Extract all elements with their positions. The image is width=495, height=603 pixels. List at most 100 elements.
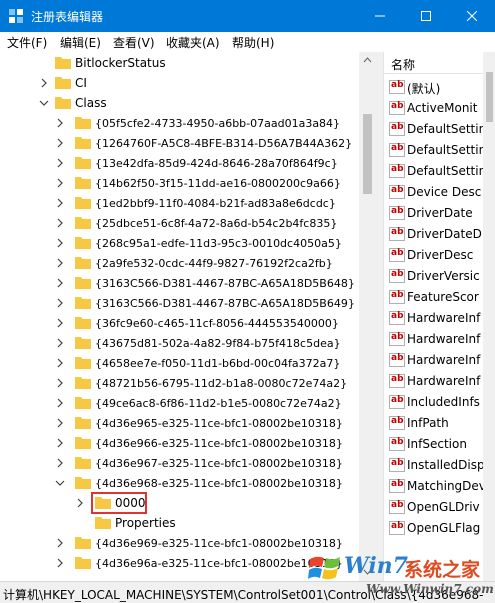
- tree-node[interactable]: Class: [3, 93, 359, 113]
- tree-node[interactable]: {4d36e967-e325-11ce-bfc1-08002be10318}: [3, 453, 359, 473]
- tree-node[interactable]: {4d36e96a-e325-11ce-bfc1-08002be10318}: [3, 553, 359, 573]
- registry-tree[interactable]: BitlockerStatus CI Class {05f5cfe2-4733-495…: [3, 52, 376, 581]
- chevron-right-icon[interactable]: [55, 437, 65, 449]
- chevron-right-icon[interactable]: [55, 197, 65, 209]
- value-row[interactable]: ab OpenGLDriv: [384, 497, 495, 518]
- value-row[interactable]: ab MatchingDev: [384, 476, 495, 497]
- value-row[interactable]: ab ActiveMonit: [384, 98, 495, 119]
- close-button[interactable]: [449, 0, 495, 32]
- scroll-up-icon[interactable]: [363, 56, 372, 65]
- value-row[interactable]: ab HardwareInf: [384, 350, 495, 371]
- tree-node[interactable]: {268c95a1-edfe-11d3-95c3-0010dc4050a5}: [3, 233, 359, 253]
- value-row[interactable]: ab InfPath: [384, 413, 495, 434]
- value-row[interactable]: ab FeatureScor: [384, 287, 495, 308]
- tree-scroll-thumb[interactable]: [363, 114, 372, 194]
- tree-node[interactable]: {05f5cfe2-4733-4950-a6bb-07aad01a3a84}: [3, 113, 359, 133]
- value-row[interactable]: ab HardwareInf: [384, 329, 495, 350]
- tree-node[interactable]: {4d36e965-e325-11ce-bfc1-08002be10318}: [3, 413, 359, 433]
- chevron-right-icon[interactable]: [55, 177, 65, 189]
- tree-node[interactable]: {1ed2bbf9-11f0-4084-b21f-ad83a8e6dcdc}: [3, 193, 359, 213]
- chevron-right-icon[interactable]: [55, 417, 65, 429]
- value-name: InfSection: [407, 437, 467, 451]
- tree-node-label: {3163C566-D381-4467-87BC-A65A18D5B649}: [95, 297, 355, 310]
- chevron-right-icon[interactable]: [55, 157, 65, 169]
- chevron-right-icon[interactable]: [55, 557, 65, 569]
- value-row[interactable]: ab DefaultSettin: [384, 161, 495, 182]
- value-row[interactable]: ab HardwareInf: [384, 308, 495, 329]
- value-row[interactable]: ab (默认): [384, 77, 495, 98]
- chevron-right-icon[interactable]: [55, 137, 65, 149]
- tree-node-label: {05f5cfe2-4733-4950-a6bb-07aad01a3a84}: [95, 117, 341, 130]
- maximize-button[interactable]: [403, 0, 449, 32]
- tree-node[interactable]: {2a9fe532-0cdc-44f9-9827-76192f2ca2fb}: [3, 253, 359, 273]
- chevron-right-icon[interactable]: [55, 317, 65, 329]
- value-row[interactable]: ab DriverDate: [384, 203, 495, 224]
- pane-splitter[interactable]: [376, 52, 383, 581]
- tree-node[interactable]: {14b62f50-3f15-11dd-ae16-0800200c9a66}: [3, 173, 359, 193]
- value-name: ActiveMonit: [407, 101, 478, 115]
- values-list[interactable]: 名称 ab (默认) ab ActiveMonit ab DefaultSettin ab D…: [383, 52, 495, 581]
- chevron-right-icon[interactable]: [55, 117, 65, 129]
- chevron-right-icon[interactable]: [75, 497, 85, 509]
- values-scroll-thumb[interactable]: [486, 72, 493, 122]
- value-name: InfPath: [407, 416, 449, 430]
- chevron-right-icon[interactable]: [55, 257, 65, 269]
- value-row[interactable]: ab HardwareInf: [384, 371, 495, 392]
- tree-node[interactable]: {3163C566-D381-4467-87BC-A65A18D5B649}: [3, 293, 359, 313]
- chevron-right-icon[interactable]: [55, 377, 65, 389]
- tree-node[interactable]: {25dbce51-6c8f-4a72-8a6d-b54c2b4fc835}: [3, 213, 359, 233]
- watermark-logo: Win7 系统之家 Www.Winwin7.com: [308, 549, 495, 603]
- value-row[interactable]: ab Device Desc: [384, 182, 495, 203]
- chevron-right-icon[interactable]: [39, 77, 49, 89]
- menu-edit[interactable]: 编辑(E): [60, 34, 101, 51]
- chevron-right-icon[interactable]: [55, 297, 65, 309]
- chevron-right-icon[interactable]: [55, 357, 65, 369]
- minimize-button[interactable]: [357, 0, 403, 32]
- value-row[interactable]: ab DefaultSettin: [384, 140, 495, 161]
- value-row[interactable]: ab DefaultSettin: [384, 119, 495, 140]
- chevron-right-icon[interactable]: [55, 337, 65, 349]
- chevron-right-icon[interactable]: [55, 457, 65, 469]
- tree-node[interactable]: {4d36e968-e325-11ce-bfc1-08002be10318}: [3, 473, 359, 493]
- tree-node[interactable]: {4658ee7e-f050-11d1-b6bd-00c04fa372a7}: [3, 353, 359, 373]
- value-row[interactable]: ab DriverVersic: [384, 266, 495, 287]
- tree-node[interactable]: 0000: [3, 492, 359, 514]
- value-name: MatchingDev: [407, 479, 486, 493]
- tree-node[interactable]: {4d36e969-e325-11ce-bfc1-08002be10318}: [3, 533, 359, 553]
- chevron-right-icon[interactable]: [55, 217, 65, 229]
- chevron-right-icon[interactable]: [55, 237, 65, 249]
- value-row[interactable]: ab IncludedInfs: [384, 392, 495, 413]
- tree-node[interactable]: CI: [3, 73, 359, 93]
- menu-file[interactable]: 文件(F): [7, 34, 47, 51]
- tree-node[interactable]: {43675d81-502a-4a82-9f84-b75f418c5dea}: [3, 333, 359, 353]
- tree-node[interactable]: {13e42dfa-85d9-424d-8646-28a70f864f9c}: [3, 153, 359, 173]
- value-row[interactable]: ab InfSection: [384, 434, 495, 455]
- tree-node[interactable]: {3163C566-D381-4467-87BC-A65A18D5B648}: [3, 273, 359, 293]
- name-column-label: 名称: [391, 58, 416, 72]
- value-row[interactable]: ab DriverDesc: [384, 245, 495, 266]
- tree-node[interactable]: {1264760F-A5C8-4BFE-B314-D56A7B44A362}: [3, 133, 359, 153]
- chevron-right-icon[interactable]: [55, 537, 65, 549]
- value-row[interactable]: ab DriverDateD: [384, 224, 495, 245]
- tree-scrollbar[interactable]: [359, 52, 376, 581]
- chevron-right-icon[interactable]: [55, 277, 65, 289]
- chevron-down-icon[interactable]: [55, 477, 65, 489]
- menu-view[interactable]: 查看(V): [113, 34, 155, 51]
- tree-node[interactable]: {36fc9e60-c465-11cf-8056-444553540000}: [3, 313, 359, 333]
- tree-node[interactable]: {49ce6ac8-6f86-11d2-b1e5-0080c72e74a2}: [3, 393, 359, 413]
- tree-node-label: {4d36e966-e325-11ce-bfc1-08002be10318}: [95, 437, 343, 450]
- tree-node[interactable]: {4d36e966-e325-11ce-bfc1-08002be10318}: [3, 433, 359, 453]
- tree-node[interactable]: {48721b56-6795-11d2-b1a8-0080c72e74a2}: [3, 373, 359, 393]
- values-scrollbar[interactable]: [483, 52, 495, 581]
- value-row[interactable]: ab OpenGLFlag: [384, 518, 495, 539]
- menu-favorites[interactable]: 收藏夹(A): [166, 34, 220, 51]
- tree-node-label: {1264760F-A5C8-4BFE-B314-D56A7B44A362}: [95, 137, 353, 150]
- chevron-down-icon[interactable]: [39, 97, 49, 109]
- tree-node[interactable]: BitlockerStatus: [3, 53, 359, 73]
- chevron-right-icon[interactable]: [55, 397, 65, 409]
- tree-node[interactable]: Properties: [3, 513, 359, 533]
- menu-help[interactable]: 帮助(H): [232, 34, 274, 51]
- value-name: HardwareInf: [407, 374, 481, 388]
- value-row[interactable]: ab InstalledDisp: [384, 455, 495, 476]
- name-column-header[interactable]: 名称: [384, 52, 495, 74]
